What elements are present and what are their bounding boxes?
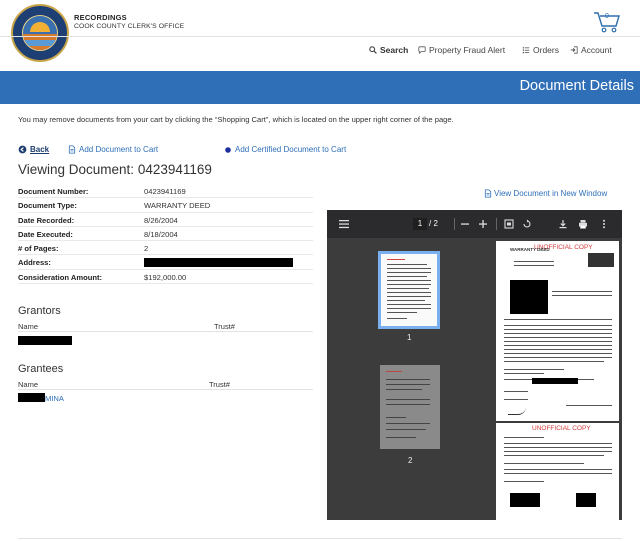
pdf-viewer[interactable]: 1 / 2 1 2 UNOFFICIAL COPY WARRANTY DEED … <box>327 210 622 520</box>
pdf-toolbar: 1 / 2 <box>327 210 622 238</box>
search-icon <box>369 46 377 54</box>
field-value: 2 <box>144 244 149 254</box>
intro-text: You may remove documents from your cart … <box>18 115 454 124</box>
nav-property-fraud-alert[interactable]: Property Fraud Alert <box>418 44 505 56</box>
thumbnail-page-2[interactable] <box>380 365 440 449</box>
field-value: 8/26/2004 <box>144 215 178 225</box>
pdf-page-2: UNOFFICIAL COPY <box>496 423 619 520</box>
back-link[interactable]: Back <box>18 145 49 154</box>
nav-fraud-label: Property Fraud Alert <box>429 45 506 55</box>
thumbnail-page-1[interactable] <box>378 251 440 329</box>
print-icon[interactable] <box>578 219 588 229</box>
thumbnail-2-label: 2 <box>408 456 413 465</box>
redacted-grantor-name <box>18 336 72 345</box>
document-icon <box>484 189 492 198</box>
field-label: Document Type: <box>18 201 77 211</box>
field-label: Address: <box>18 258 51 268</box>
view-new-window-label: View Document in New Window <box>494 189 608 198</box>
field-document-number: Document Number: 0423941169 <box>18 184 313 199</box>
pdf-page-1: UNOFFICIAL COPY WARRANTY DEED <box>496 241 619 421</box>
grantees-col-trust: Trust# <box>209 380 230 389</box>
nav-search-label: Search <box>380 45 409 55</box>
nav-account-label: Account <box>581 45 612 55</box>
chat-bubble-icon <box>418 46 426 54</box>
field-label: # of Pages: <box>18 244 59 254</box>
redacted-block <box>510 280 548 314</box>
zoom-in-icon[interactable] <box>478 219 488 229</box>
field-date-recorded: Date Recorded: 8/26/2004 <box>18 213 313 227</box>
thumbnail-1-label: 1 <box>407 333 412 342</box>
sign-in-icon <box>570 46 578 54</box>
field-label: Date Recorded: <box>18 215 75 225</box>
zoom-out-icon[interactable] <box>460 219 470 229</box>
field-value: $192,000.00 <box>144 272 187 282</box>
redacted-grantee-name <box>18 393 45 402</box>
field-consideration-amount: Consideration Amount: $192,000.00 <box>18 270 313 285</box>
site-header: RECORDINGS COOK COUNTY CLERK'S OFFICE 0 … <box>0 0 640 71</box>
view-in-new-window-link[interactable]: View Document in New Window <box>484 189 607 198</box>
field-num-pages: # of Pages: 2 <box>18 241 313 256</box>
document-fields: Document Number: 0423941169 Document Typ… <box>18 184 313 285</box>
nav-orders[interactable]: Orders <box>522 44 559 56</box>
page-number-input[interactable]: 1 <box>413 218 427 230</box>
page-banner: Document Details <box>0 71 640 104</box>
field-document-type: Document Type: WARRANTY DEED <box>18 198 313 213</box>
add-to-cart-link[interactable]: Add Document to Cart <box>68 145 158 154</box>
grantees-heading: Grantees <box>18 363 64 375</box>
nav-orders-label: Orders <box>533 45 559 55</box>
grantors-heading: Grantors <box>18 305 61 317</box>
viewing-document-title: Viewing Document: 0423941169 <box>18 162 212 177</box>
field-label: Consideration Amount: <box>18 272 103 282</box>
fit-page-icon[interactable] <box>504 219 514 229</box>
document-icon <box>68 145 76 154</box>
county-seal-logo[interactable] <box>11 4 69 62</box>
redacted-address <box>144 258 293 268</box>
more-options-icon[interactable] <box>599 219 609 229</box>
nav-account[interactable]: Account <box>570 44 612 56</box>
add-certified-link[interactable]: Add Certified Document to Cart <box>224 145 346 154</box>
cart-count-badge: 0 <box>605 13 609 20</box>
nav-search[interactable]: Search <box>369 44 408 56</box>
grantors-col-trust: Trust# <box>214 322 235 331</box>
field-value: 8/18/2004 <box>144 229 178 239</box>
field-address: Address: <box>18 255 313 270</box>
certified-dot-icon <box>225 146 231 153</box>
back-label: Back <box>30 145 50 154</box>
download-icon[interactable] <box>558 219 568 229</box>
back-arrow-icon <box>18 145 27 154</box>
field-label: Document Number: <box>18 187 89 196</box>
field-value: 0423941169 <box>144 187 186 196</box>
unofficial-copy-stamp: UNOFFICIAL COPY <box>532 425 591 432</box>
rotate-icon[interactable] <box>522 219 532 229</box>
page-total: / 2 <box>429 219 438 228</box>
deed-heading: WARRANTY DEED <box>510 247 550 252</box>
add-to-cart-label: Add Document to Cart <box>79 145 159 154</box>
field-label: Date Executed: <box>18 229 73 239</box>
page-title: Document Details <box>519 78 634 94</box>
add-certified-label: Add Certified Document to Cart <box>235 145 347 154</box>
field-date-executed: Date Executed: 8/18/2004 <box>18 227 313 242</box>
grantors-col-name: Name <box>18 322 39 331</box>
menu-icon[interactable] <box>339 219 349 229</box>
thumbnail-panel: 1 2 <box>327 238 492 520</box>
org-title: RECORDINGS <box>74 13 127 22</box>
grantee-name-link[interactable]: MINA <box>45 394 64 403</box>
grantees-col-name: Name <box>18 380 39 389</box>
list-icon <box>522 47 530 54</box>
org-subtitle: COOK COUNTY CLERK'S OFFICE <box>74 23 185 30</box>
field-value: WARRANTY DEED <box>144 201 211 211</box>
